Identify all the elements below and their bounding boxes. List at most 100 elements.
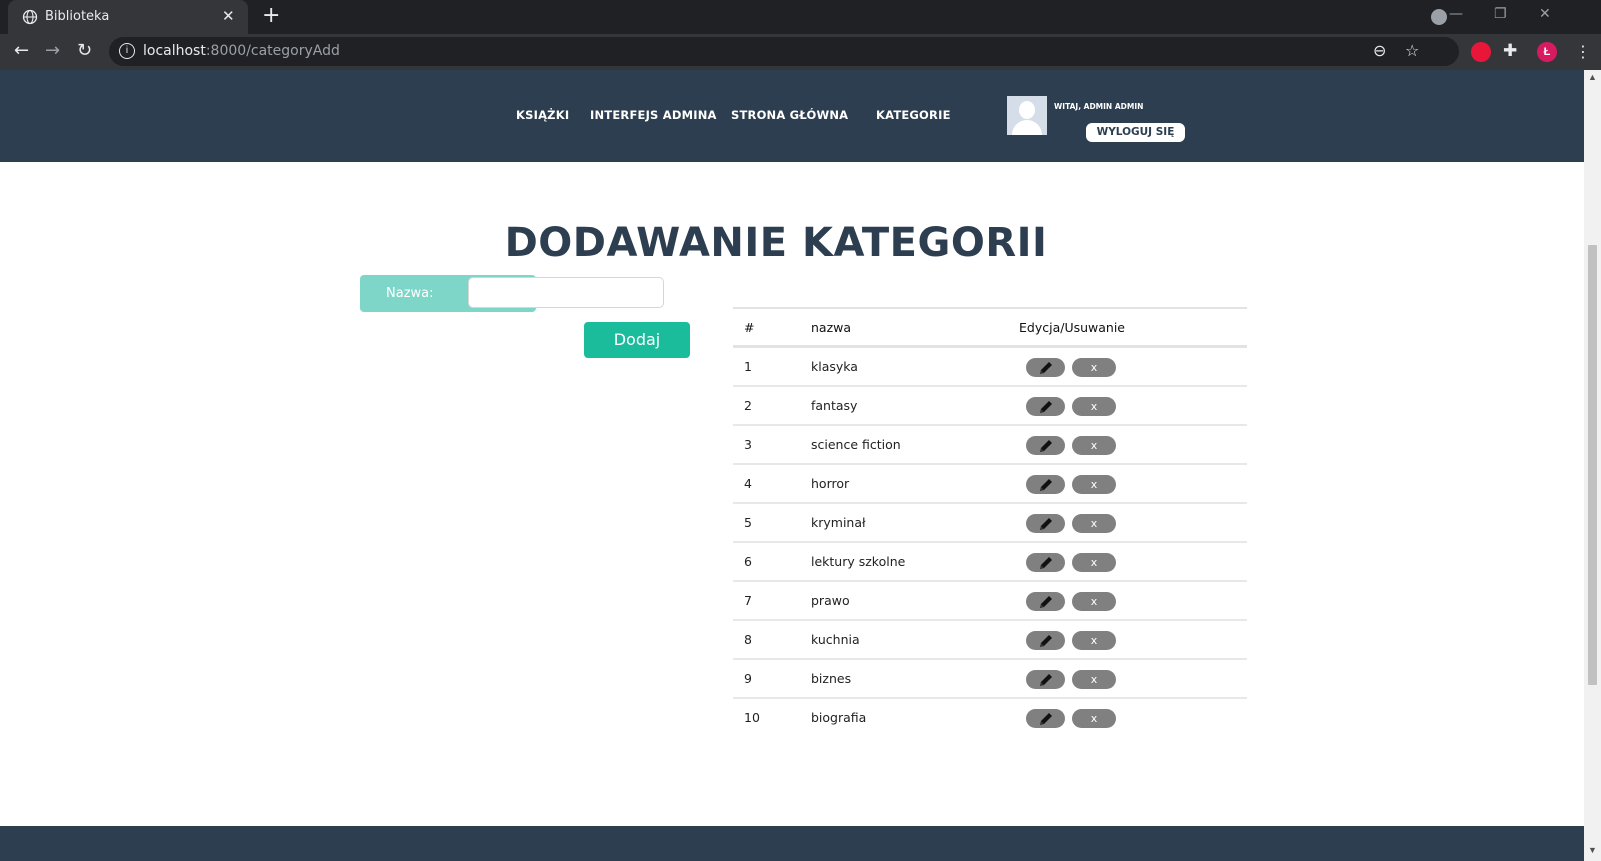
- edit-button[interactable]: [1026, 514, 1065, 533]
- extension-adblock-icon[interactable]: [1471, 42, 1491, 62]
- delete-button[interactable]: x: [1072, 709, 1116, 728]
- edit-button[interactable]: [1026, 709, 1065, 728]
- edit-button[interactable]: [1026, 592, 1065, 611]
- nav-books[interactable]: KSIĄŻKI: [516, 108, 569, 122]
- row-name: klasyka: [811, 359, 858, 374]
- row-id: 7: [744, 593, 752, 608]
- row-name: kryminał: [811, 515, 866, 530]
- user-avatar: [1007, 96, 1047, 135]
- close-window-button[interactable]: ✕: [1539, 6, 1551, 22]
- row-id: 10: [744, 710, 760, 725]
- delete-button[interactable]: x: [1072, 553, 1116, 572]
- bookmark-star-icon[interactable]: ☆: [1405, 41, 1419, 60]
- pencil-icon: [1040, 518, 1052, 530]
- pencil-icon: [1040, 440, 1052, 452]
- site-footer: [0, 826, 1584, 861]
- row-name: horror: [811, 476, 850, 491]
- row-id: 3: [744, 437, 752, 452]
- edit-button[interactable]: [1026, 475, 1065, 494]
- row-id: 8: [744, 632, 752, 647]
- tab-close-icon[interactable]: ✕: [222, 7, 235, 25]
- site-info-icon[interactable]: i: [119, 43, 135, 59]
- delete-button[interactable]: x: [1072, 670, 1116, 689]
- page-scrollbar[interactable]: ▲ ▼: [1584, 70, 1601, 861]
- row-id: 1: [744, 359, 752, 374]
- row-name: biografia: [811, 710, 867, 725]
- pencil-icon: [1040, 479, 1052, 491]
- delete-button[interactable]: x: [1072, 475, 1116, 494]
- table-row: 3 science fiction x: [733, 426, 1247, 465]
- edit-button[interactable]: [1026, 436, 1065, 455]
- profile-avatar[interactable]: Ł: [1537, 42, 1557, 62]
- delete-button[interactable]: x: [1072, 514, 1116, 533]
- row-name: biznes: [811, 671, 852, 686]
- pencil-icon: [1040, 557, 1052, 569]
- pencil-icon: [1040, 674, 1052, 686]
- extensions-puzzle-icon[interactable]: ✚: [1503, 41, 1523, 61]
- table-row: 1 klasyka x: [733, 348, 1247, 387]
- delete-button[interactable]: x: [1072, 397, 1116, 416]
- edit-button[interactable]: [1026, 358, 1065, 377]
- back-icon[interactable]: ←: [14, 40, 29, 61]
- row-name: lektury szkolne: [811, 554, 906, 569]
- nav-categories[interactable]: KATEGORIE: [876, 108, 951, 122]
- row-name: fantasy: [811, 398, 858, 413]
- column-header-actions: Edycja/Usuwanie: [1019, 320, 1125, 335]
- pencil-icon: [1040, 362, 1052, 374]
- table-header-row: # nazwa Edycja/Usuwanie: [733, 307, 1247, 348]
- edit-button[interactable]: [1026, 670, 1065, 689]
- tab-search-icon[interactable]: [1431, 9, 1447, 25]
- delete-button[interactable]: x: [1072, 358, 1116, 377]
- minimize-button[interactable]: —: [1449, 6, 1463, 22]
- table-row: 2 fantasy x: [733, 387, 1247, 426]
- logout-button[interactable]: WYLOGUJ SIĘ: [1086, 123, 1185, 142]
- delete-button[interactable]: x: [1072, 631, 1116, 650]
- add-category-button[interactable]: Dodaj: [584, 322, 690, 358]
- pencil-icon: [1040, 401, 1052, 413]
- avatar-body-shape: [1012, 120, 1042, 135]
- scroll-up-arrow-icon[interactable]: ▲: [1588, 72, 1597, 82]
- category-name-input[interactable]: [468, 277, 664, 308]
- table-row: 6 lektury szkolne x: [733, 543, 1247, 582]
- forward-icon[interactable]: →: [45, 40, 60, 61]
- browser-toolbar: ← → ↻ i localhost:8000/categoryAdd ⊖ ☆ ✚…: [0, 34, 1601, 70]
- edit-button[interactable]: [1026, 553, 1065, 572]
- column-header-id: #: [744, 320, 755, 335]
- table-row: 4 horror x: [733, 465, 1247, 504]
- reload-icon[interactable]: ↻: [77, 40, 92, 61]
- delete-button[interactable]: x: [1072, 592, 1116, 611]
- delete-button[interactable]: x: [1072, 436, 1116, 455]
- restore-button[interactable]: ❐: [1494, 6, 1507, 22]
- pencil-icon: [1040, 596, 1052, 608]
- nav-admin-interface[interactable]: INTERFEJS ADMINA: [590, 108, 717, 122]
- browser-tab[interactable]: Biblioteka ✕: [8, 0, 248, 34]
- row-id: 6: [744, 554, 752, 569]
- url-text[interactable]: localhost:8000/categoryAdd: [143, 43, 340, 59]
- address-bar[interactable]: i localhost:8000/categoryAdd ⊖ ☆: [109, 37, 1459, 66]
- categories-table: # nazwa Edycja/Usuwanie 1 klasyka x 2 fantas…: [733, 307, 1247, 738]
- new-tab-button[interactable]: +: [262, 3, 280, 28]
- browser-tabbar: Biblioteka ✕ + — ❐ ✕: [0, 0, 1601, 34]
- edit-button[interactable]: [1026, 397, 1065, 416]
- nav-home[interactable]: STRONA GŁÓWNA: [731, 108, 848, 122]
- pencil-icon: [1040, 713, 1052, 725]
- pencil-icon: [1040, 635, 1052, 647]
- row-id: 9: [744, 671, 752, 686]
- page-viewport: KSIĄŻKI INTERFEJS ADMINA STRONA GŁÓWNA K…: [0, 70, 1584, 861]
- table-row: 9 biznes x: [733, 660, 1247, 699]
- row-name: science fiction: [811, 437, 901, 452]
- table-row: 10 biografia x: [733, 699, 1247, 738]
- zoom-icon[interactable]: ⊖: [1373, 41, 1386, 60]
- browser-menu-icon[interactable]: ⋮: [1575, 42, 1591, 61]
- row-id: 2: [744, 398, 752, 413]
- tab-title: Biblioteka: [45, 9, 110, 24]
- column-header-name: nazwa: [811, 320, 852, 335]
- scroll-down-arrow-icon[interactable]: ▼: [1588, 845, 1597, 855]
- site-header: KSIĄŻKI INTERFEJS ADMINA STRONA GŁÓWNA K…: [0, 70, 1584, 162]
- name-label: Nazwa:: [386, 286, 434, 301]
- edit-button[interactable]: [1026, 631, 1065, 650]
- table-row: 7 prawo x: [733, 582, 1247, 621]
- row-id: 4: [744, 476, 752, 491]
- row-id: 5: [744, 515, 752, 530]
- scrollbar-thumb[interactable]: [1588, 245, 1597, 685]
